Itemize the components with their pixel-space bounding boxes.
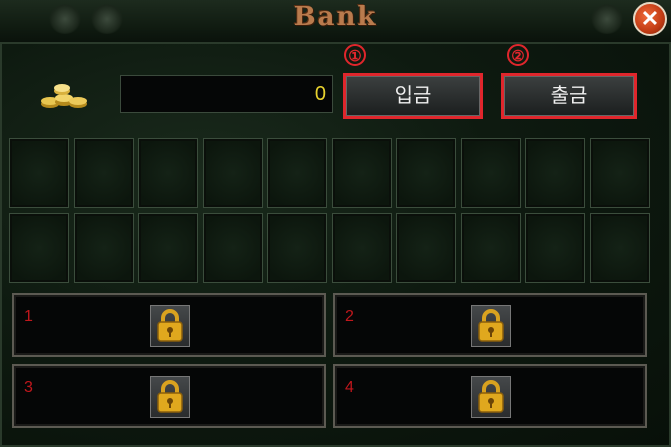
padlock-icon: [150, 376, 190, 418]
padlock-icon: [471, 305, 511, 347]
storage-slot[interactable]: [396, 138, 456, 208]
withdraw-button[interactable]: 출금: [501, 73, 637, 119]
title-bar[interactable]: Bank ✕: [0, 0, 671, 44]
padlock-icon: [471, 376, 511, 418]
locked-slot-number: 1: [24, 308, 33, 325]
locked-slot-4[interactable]: 4: [333, 364, 647, 428]
storage-slot[interactable]: [73, 138, 134, 208]
storage-slot[interactable]: [460, 138, 521, 208]
annotation-marker-1: ①: [344, 44, 366, 66]
storage-slot[interactable]: [589, 213, 650, 283]
close-button[interactable]: ✕: [633, 2, 667, 36]
deposit-button[interactable]: 입금: [343, 73, 483, 119]
storage-slot[interactable]: [331, 138, 392, 208]
locked-slot-number: 2: [345, 308, 354, 325]
locked-slot-2[interactable]: 2: [333, 293, 647, 357]
locked-slot-3[interactable]: 3: [12, 364, 326, 428]
storage-slot[interactable]: [267, 213, 327, 283]
storage-slot[interactable]: [525, 213, 585, 283]
window-title: Bank: [293, 2, 378, 32]
storage-slot[interactable]: [589, 138, 650, 208]
storage-slot[interactable]: [396, 213, 456, 283]
annotation-marker-2: ②: [507, 44, 529, 66]
gold-coins-icon: [40, 80, 92, 110]
storage-slot[interactable]: [9, 138, 69, 208]
storage-slot[interactable]: [460, 213, 521, 283]
storage-slot[interactable]: [9, 213, 69, 283]
locked-slot-number: 4: [345, 379, 354, 396]
locked-slot-1[interactable]: 1: [12, 293, 326, 357]
storage-slot[interactable]: [138, 138, 198, 208]
storage-slot[interactable]: [525, 138, 585, 208]
bank-window: Bank ✕ 0 ① ② 입금 출금 1 2 3 4: [0, 0, 671, 447]
gold-amount-display: 0: [120, 75, 333, 113]
storage-slot[interactable]: [138, 213, 198, 283]
locked-slot-number: 3: [24, 379, 33, 396]
storage-slot[interactable]: [73, 213, 134, 283]
storage-slot[interactable]: [267, 138, 327, 208]
storage-slot[interactable]: [202, 138, 263, 208]
padlock-icon: [150, 305, 190, 347]
storage-slot[interactable]: [331, 213, 392, 283]
storage-slot[interactable]: [202, 213, 263, 283]
